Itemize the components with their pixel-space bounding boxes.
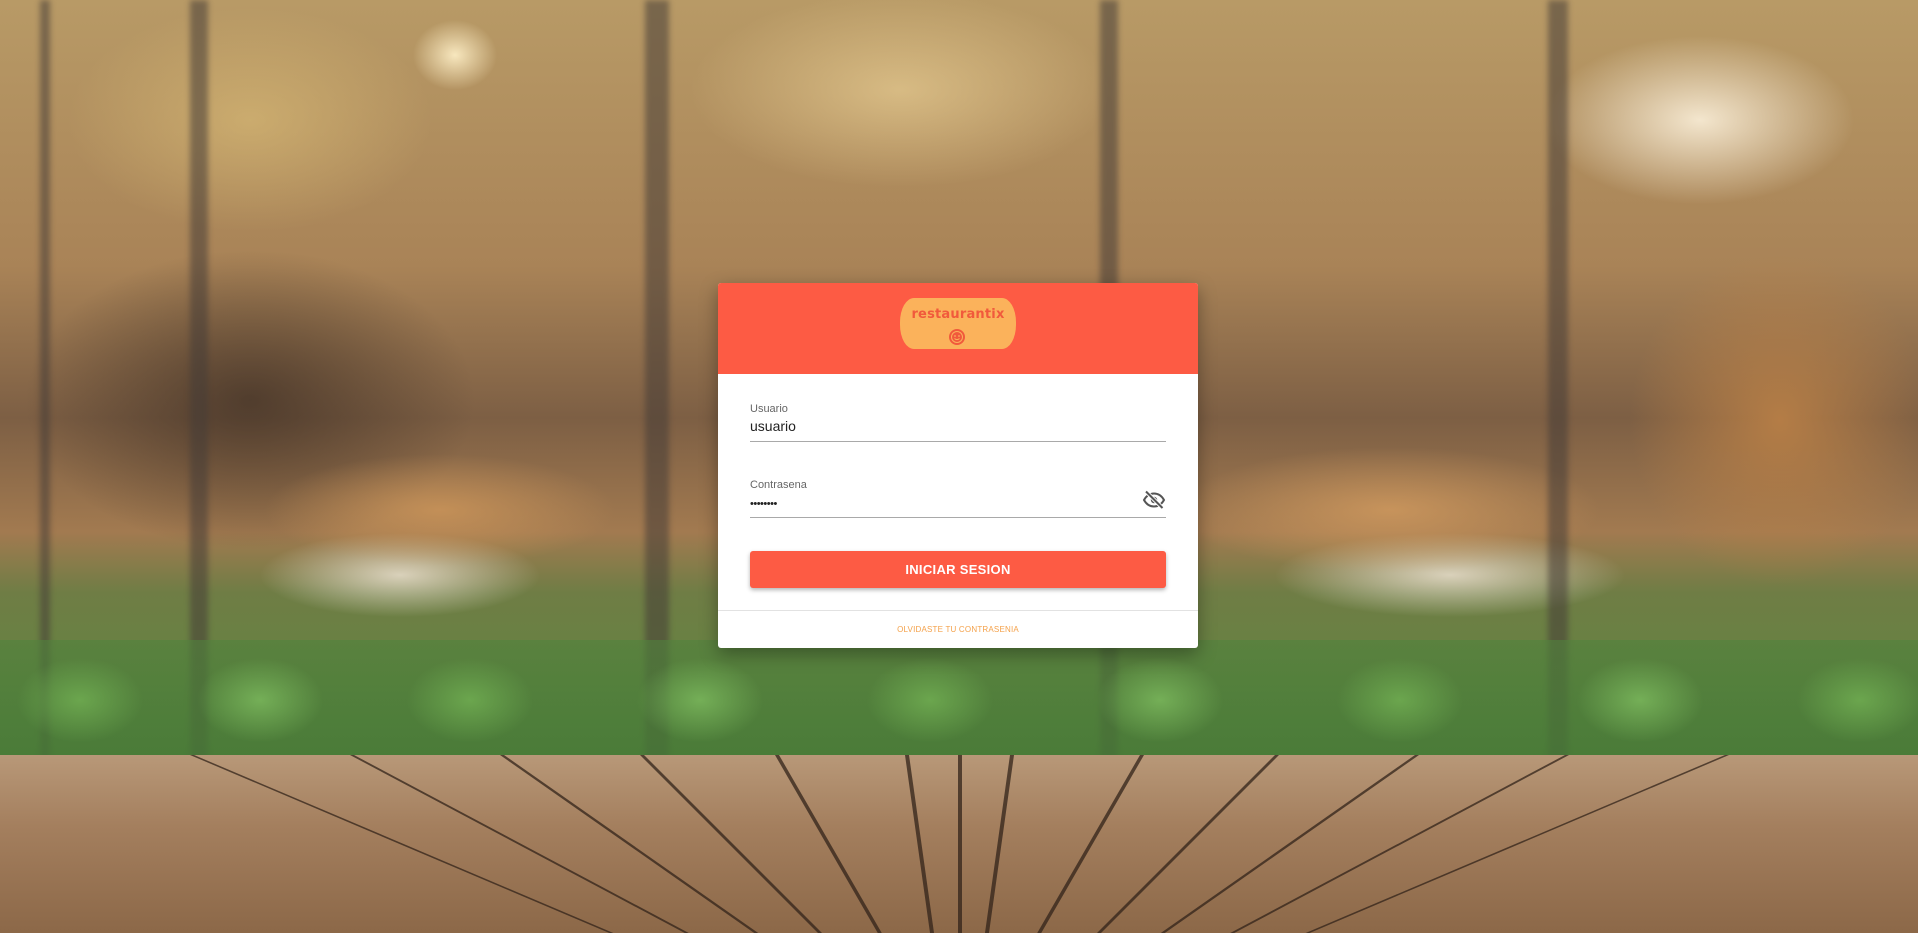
forgot-password-link[interactable]: OLVIDASTE TU CONTRASENIA [718, 625, 1198, 634]
login-button[interactable]: INICIAR SESION [750, 551, 1166, 588]
blurred-plants [0, 640, 1918, 755]
password-field: Contrasena [750, 479, 1166, 518]
login-card-header: restaurantix [718, 283, 1198, 374]
login-card: restaurantix Usuario Contrasena [718, 283, 1198, 648]
logo-wordmark: restaurantix [911, 307, 1005, 322]
password-label: Contrasena [750, 479, 807, 491]
restaurantix-logo: restaurantix [900, 298, 1016, 349]
divider [718, 610, 1198, 611]
wooden-floor [0, 755, 1918, 933]
password-input[interactable] [750, 494, 1130, 514]
smiley-face-icon [949, 329, 965, 345]
username-input[interactable] [750, 416, 1130, 436]
username-field: Usuario [750, 403, 1166, 442]
username-label: Usuario [750, 403, 788, 415]
eye-off-icon[interactable] [1142, 488, 1166, 512]
